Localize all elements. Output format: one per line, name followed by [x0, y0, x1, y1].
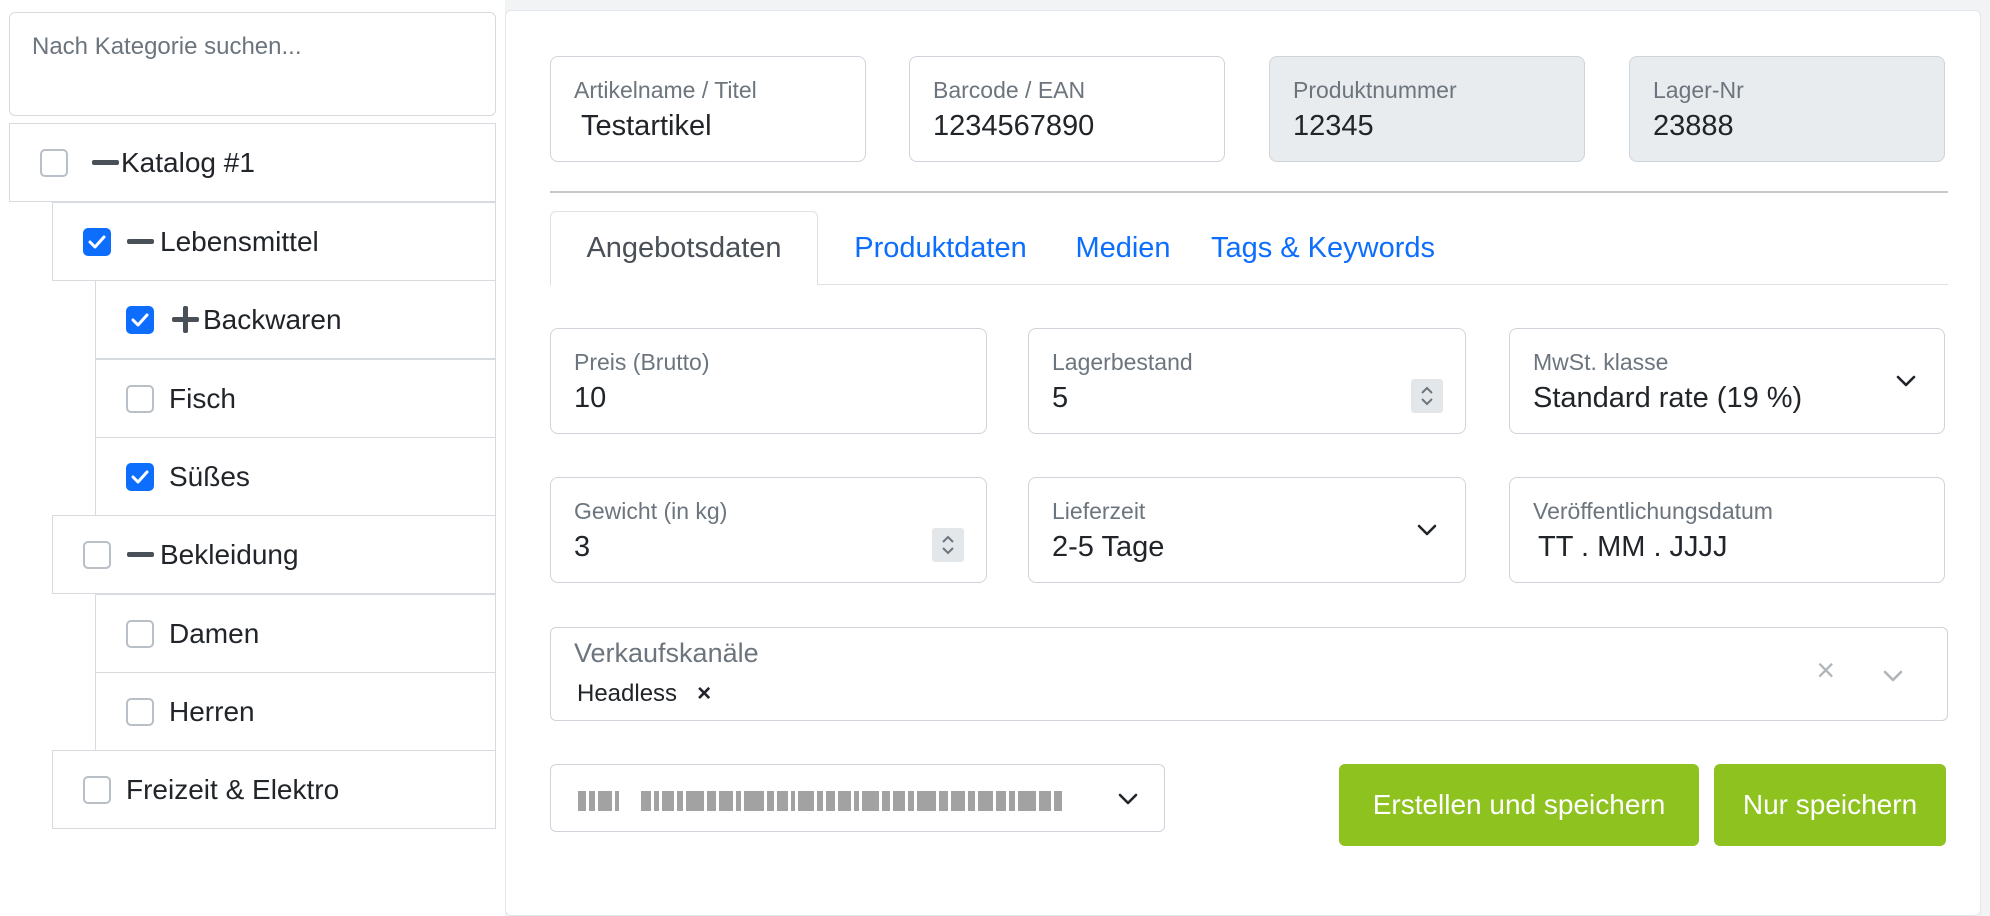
save-only-button[interactable]: Nur speichern [1714, 764, 1946, 846]
tree-item-freizeit-elektro[interactable]: Freizeit & Elektro [52, 750, 496, 829]
field-label: Verkaufskanäle [574, 638, 759, 668]
vat-select[interactable]: MwSt. klasse Standard rate (19 %) [1509, 328, 1945, 434]
chevron-down-icon[interactable] [1415, 518, 1439, 542]
field-label: Lagerbestand [1052, 349, 1193, 375]
category-search-input[interactable]: Nach Kategorie suchen... [9, 12, 496, 116]
field-label: Lager-Nr [1653, 77, 1744, 103]
chevron-down-icon[interactable] [1881, 664, 1905, 688]
stepper-icon[interactable] [932, 528, 964, 562]
checkbox[interactable] [83, 227, 111, 256]
field-label: Barcode / EAN [933, 77, 1086, 103]
chip-remove-icon[interactable]: × [697, 680, 711, 708]
checkbox[interactable] [126, 462, 154, 491]
tree-item-backwaren[interactable]: Backwaren [95, 280, 496, 359]
tree-item-lebensmittel[interactable]: Lebensmittel [52, 202, 496, 281]
tree-item-bekleidung[interactable]: Bekleidung [52, 515, 496, 594]
chevron-down-icon[interactable] [1894, 369, 1918, 393]
tree-item-herren[interactable]: Herren [95, 672, 496, 751]
tree-item-suesses[interactable]: Süßes [95, 437, 496, 516]
field-label: Gewicht (in kg) [574, 498, 728, 524]
field-label: MwSt. klasse [1533, 349, 1669, 375]
tab-produktdaten[interactable]: Produktdaten [818, 211, 1063, 285]
field-value[interactable]: Standard rate (19 %) [1533, 382, 1802, 415]
collapse-icon[interactable] [127, 239, 154, 244]
field-label: Preis (Brutto) [574, 349, 710, 375]
field-value[interactable]: 1234567890 [933, 110, 1094, 143]
field-value[interactable]: 5 [1052, 382, 1068, 415]
field-value[interactable]: 2-5 Tage [1052, 531, 1164, 564]
checkbox[interactable] [83, 775, 111, 804]
tree-item-katalog[interactable]: Katalog #1 [9, 123, 496, 202]
checkbox[interactable] [126, 697, 154, 726]
check-icon [131, 313, 149, 326]
tree-item-label: Backwaren [203, 303, 342, 335]
tree-item-damen[interactable]: Damen [95, 594, 496, 673]
tree-item-label: Süßes [169, 460, 250, 492]
product-form: Artikelname / Titel Testartikel Barcode … [505, 10, 1981, 916]
title-field[interactable]: Artikelname / Titel Testartikel [550, 56, 866, 162]
sales-channels-multiselect[interactable]: Verkaufskanäle Headless × × [550, 627, 1948, 721]
tab-medien[interactable]: Medien [1063, 211, 1183, 285]
tree-item-label: Fisch [169, 382, 236, 414]
checkbox[interactable] [126, 384, 154, 413]
store-select[interactable] [550, 764, 1165, 832]
price-field[interactable]: Preis (Brutto) 10 [550, 328, 987, 434]
divider [550, 191, 1948, 193]
checkbox[interactable] [126, 619, 154, 648]
tab-angebotsdaten[interactable]: Angebotsdaten [550, 211, 818, 286]
field-value[interactable]: Testartikel [581, 110, 712, 143]
publish-date-field[interactable]: Veröffentlichungsdatum TT . MM . JJJJ [1509, 477, 1945, 583]
category-panel: Nach Kategorie suchen... Katalog #1 Lebe… [0, 0, 505, 916]
field-value: 12345 [1293, 110, 1374, 142]
field-label: Veröffentlichungsdatum [1533, 498, 1773, 524]
field-value[interactable]: 3 [574, 531, 590, 564]
tree-item-fisch[interactable]: Fisch [95, 359, 496, 438]
check-icon [88, 235, 106, 248]
tree-item-label: Lebensmittel [160, 225, 319, 257]
field-label: Lieferzeit [1052, 498, 1146, 524]
redacted-value [578, 790, 1092, 812]
expand-icon[interactable] [172, 306, 199, 333]
tab-bar: Angebotsdaten Produktdaten Medien Tags &… [550, 211, 1948, 286]
checkbox[interactable] [126, 305, 154, 334]
field-value: 23888 [1653, 110, 1734, 142]
collapse-icon[interactable] [127, 552, 154, 557]
tree-item-label: Bekleidung [160, 538, 299, 570]
delivery-time-select[interactable]: Lieferzeit 2-5 Tage [1028, 477, 1466, 583]
barcode-field[interactable]: Barcode / EAN 1234567890 [909, 56, 1225, 162]
tree-item-label: Herren [169, 695, 255, 727]
field-value[interactable]: TT . MM . JJJJ [1538, 531, 1728, 564]
checkbox[interactable] [83, 540, 111, 569]
collapse-icon[interactable] [92, 160, 119, 165]
clear-icon[interactable]: × [1816, 652, 1835, 689]
tree-item-label: Freizeit & Elektro [126, 773, 340, 805]
tree-item-label: Damen [169, 617, 260, 649]
tree-item-label: Katalog #1 [121, 146, 255, 178]
field-value[interactable]: 10 [574, 382, 606, 415]
channel-chip: Headless × [577, 680, 711, 708]
stepper-icon[interactable] [1411, 379, 1443, 413]
chip-label: Headless [577, 680, 678, 707]
stock-field[interactable]: Lagerbestand 5 [1028, 328, 1466, 434]
create-and-save-button[interactable]: Erstellen und speichern [1339, 764, 1699, 846]
field-label: Artikelname / Titel [574, 77, 757, 103]
field-label: Produktnummer [1293, 77, 1457, 103]
check-icon [131, 470, 149, 483]
tab-tags-keywords[interactable]: Tags & Keywords [1183, 211, 1463, 285]
checkbox[interactable] [40, 148, 68, 177]
chevron-down-icon[interactable] [1116, 787, 1140, 811]
stock-number-field: Lager-Nr 23888 [1629, 56, 1945, 162]
product-number-field: Produktnummer 12345 [1269, 56, 1585, 162]
weight-field[interactable]: Gewicht (in kg) 3 [550, 477, 987, 583]
